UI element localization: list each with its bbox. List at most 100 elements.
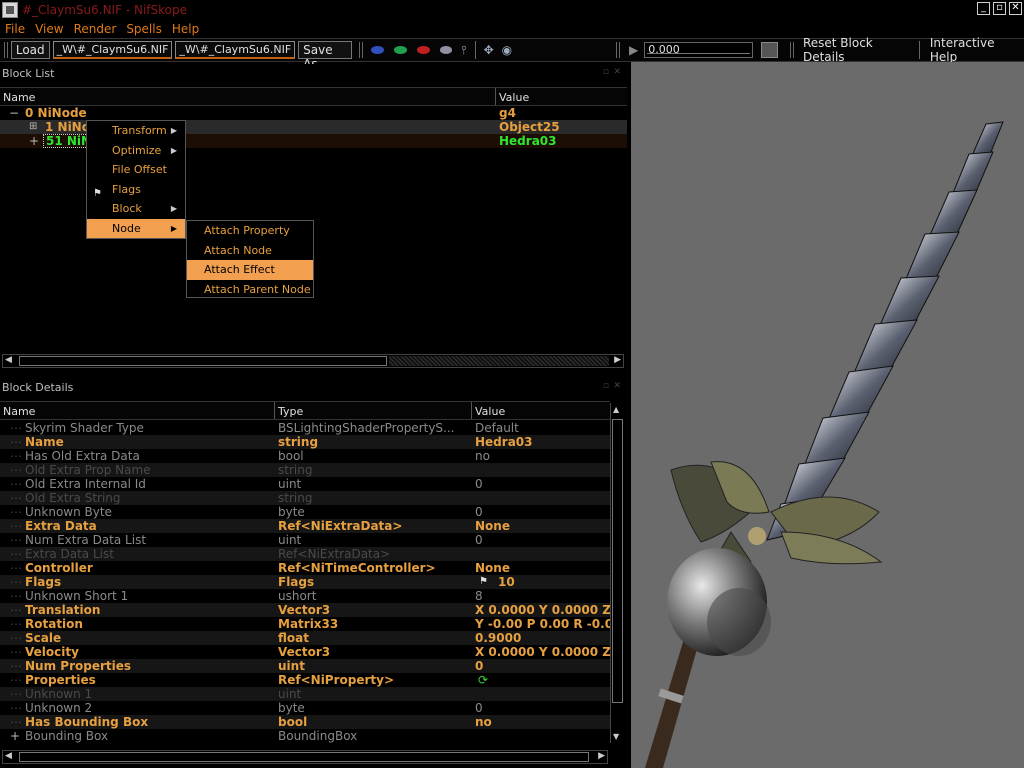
close-icon[interactable]: ✕ [613,67,621,77]
collapse-icon[interactable]: − [9,106,19,120]
toolbar-grip[interactable] [359,42,363,58]
scroll-thumb[interactable] [19,356,387,366]
float-icon[interactable]: ▫ [603,381,609,391]
table-row[interactable]: ⋯ Has Bounding Box bool no [0,715,610,729]
tree-line: ⋯ [10,673,22,687]
scroll-thumb[interactable] [19,752,589,762]
toolbar-grip[interactable] [790,42,794,58]
view-green-eye-icon[interactable] [393,46,407,54]
view-gray-eye-icon[interactable] [439,46,453,54]
minimize-button[interactable]: _ [977,2,990,15]
expand-icon[interactable]: ⊞ [29,120,37,134]
scroll-down-icon[interactable]: ▼ [613,732,619,741]
table-row[interactable]: ⋯ Controller Ref<NiTimeController> None [0,561,610,575]
table-row[interactable]: ⋯ Num Extra Data List uint 0 [0,533,610,547]
table-row[interactable]: ⋯ Unknown 1 uint [0,687,610,701]
scroll-right-icon[interactable]: ▶ [598,751,605,761]
save-path-field[interactable]: _W\#_ClaymSu6.NIF [175,41,296,59]
menu-item-transform[interactable]: Transform ▶ [87,121,185,141]
block-details-vscrollbar[interactable]: ▲ ▼ [610,403,624,743]
menu-help[interactable]: Help [167,22,204,36]
menu-spells[interactable]: Spells [121,22,167,36]
menu-item-attach-parent-node[interactable]: Attach Parent Node [187,280,313,300]
table-row[interactable]: ⋯ Unknown 2 byte 0 [0,701,610,715]
block-details-panel: Block Details ▫ ✕ Name Type Value ⋯ Skyri… [0,378,627,768]
table-row[interactable]: ⋯ Name string Hedra03 [0,435,610,449]
close-icon[interactable]: ✕ [613,381,621,391]
table-row[interactable]: ⋯ Skyrim Shader Type BSLightingShaderPrope… [0,421,610,435]
table-row[interactable]: ⋯ Num Properties uint 0 [0,659,610,673]
flag-icon[interactable]: ⚑ [479,575,488,589]
block-details-hscrollbar[interactable]: ◀ ▶ [2,750,608,764]
cell-name: Skyrim Shader Type [25,421,144,435]
scroll-up-icon[interactable]: ▲ [613,405,619,414]
block-list-hscrollbar[interactable]: ◀ ▶ [2,354,624,368]
view-blue-eye-icon[interactable] [370,46,384,54]
menu-item-block[interactable]: Block ▶ [87,199,185,219]
axis-icon[interactable]: ⫯ [461,43,466,58]
menu-render[interactable]: Render [69,22,122,36]
table-row[interactable]: ⋯ Old Extra String string [0,491,610,505]
menu-item-flags[interactable]: Flags ⚑ [87,180,185,200]
cell-value: None [475,519,510,533]
refresh-icon[interactable]: ⟳ [478,673,488,687]
table-row[interactable]: ⋯ Properties Ref<NiProperty> ⟳ [0,673,610,687]
table-row[interactable]: ⋯ Extra Data Ref<NiExtraData> None [0,519,610,533]
column-header-name[interactable]: Name [0,88,496,105]
move-icon[interactable]: ✥ [484,43,494,57]
table-row[interactable]: ⋯ Rotation Matrix33 Y -0.00 P 0.00 R -0.00 [0,617,610,631]
toolbar-grip[interactable] [616,42,620,58]
menu-item-node[interactable]: Node ▶ [87,218,185,238]
tree-row[interactable]: − 0 NiNode g4 [0,106,627,120]
column-header-name[interactable]: Name [0,402,275,419]
render-viewport[interactable] [631,62,1024,768]
close-button[interactable]: ✕ [1009,2,1022,15]
interactive-help-button[interactable]: Interactive Help [930,36,1018,64]
scroll-left-icon[interactable]: ◀ [5,355,12,365]
table-row[interactable]: ⋯ Scale float 0.9000 [0,631,610,645]
column-header-type[interactable]: Type [275,402,472,419]
animation-time-slider[interactable]: 0.000 [644,42,754,58]
column-header-value[interactable]: Value [496,88,626,105]
load-button[interactable]: Load [10,41,50,59]
table-row[interactable]: ⋯ Has Old Extra Data bool no [0,449,610,463]
animation-loop-icon[interactable] [761,42,779,58]
table-row[interactable]: ⋯ Extra Data List Ref<NiExtraData> [0,547,610,561]
cell-name: Old Extra String [25,491,121,505]
table-row[interactable]: ⋯ Old Extra Internal Id uint 0 [0,477,610,491]
restore-button[interactable]: ▫ [993,2,1006,15]
table-row[interactable]: ⋯ Old Extra Prop Name string [0,463,610,477]
table-row[interactable]: ⋯ Translation Vector3 X 0.0000 Y 0.0000 Z 0 [0,603,610,617]
table-row[interactable]: + Bounding Box BoundingBox [0,729,610,743]
float-icon[interactable]: ▫ [603,67,609,77]
play-icon[interactable]: ▶ [629,43,638,57]
menu-item-file-offset[interactable]: File Offset [87,160,185,180]
menu-item-attach-node[interactable]: Attach Node [187,241,313,261]
tree-line: ⋯ [10,533,22,547]
table-row[interactable]: ⋯ Unknown Short 1 ushort 8 [0,589,610,603]
menu-item-attach-effect[interactable]: Attach Effect [187,260,313,280]
table-row[interactable]: ⋯ Unknown Byte byte 0 [0,505,610,519]
tree-line: ⋯ [10,687,22,701]
menu-item-attach-property[interactable]: Attach Property [187,221,313,241]
menu-file[interactable]: File [0,22,30,36]
view-red-eye-icon[interactable] [416,46,430,54]
load-path-field[interactable]: _W\#_ClaymSu6.NIF [52,41,173,59]
expand-icon[interactable]: + [10,729,20,743]
expand-icon[interactable]: + [29,134,39,148]
cell-name: Unknown Short 1 [25,589,129,603]
table-row[interactable]: ⋯ Velocity Vector3 X 0.0000 Y 0.0000 Z 0 [0,645,610,659]
scroll-left-icon[interactable]: ◀ [5,751,12,761]
scroll-right-icon[interactable]: ▶ [614,355,621,365]
scroll-track[interactable] [389,356,609,366]
column-header-value[interactable]: Value [472,402,610,419]
reset-block-details-button[interactable]: Reset Block Details [803,36,909,64]
lighting-icon[interactable]: ◉ [502,43,512,57]
table-row[interactable]: ⋯ Flags Flags 10 ⚑ [0,575,610,589]
menu-view[interactable]: View [30,22,68,36]
scroll-thumb[interactable] [612,419,623,703]
save-as-button[interactable]: Save As [298,41,353,71]
tree-line: ⋯ [10,575,22,589]
menu-item-optimize[interactable]: Optimize ▶ [87,141,185,161]
toolbar-grip[interactable] [4,42,8,58]
